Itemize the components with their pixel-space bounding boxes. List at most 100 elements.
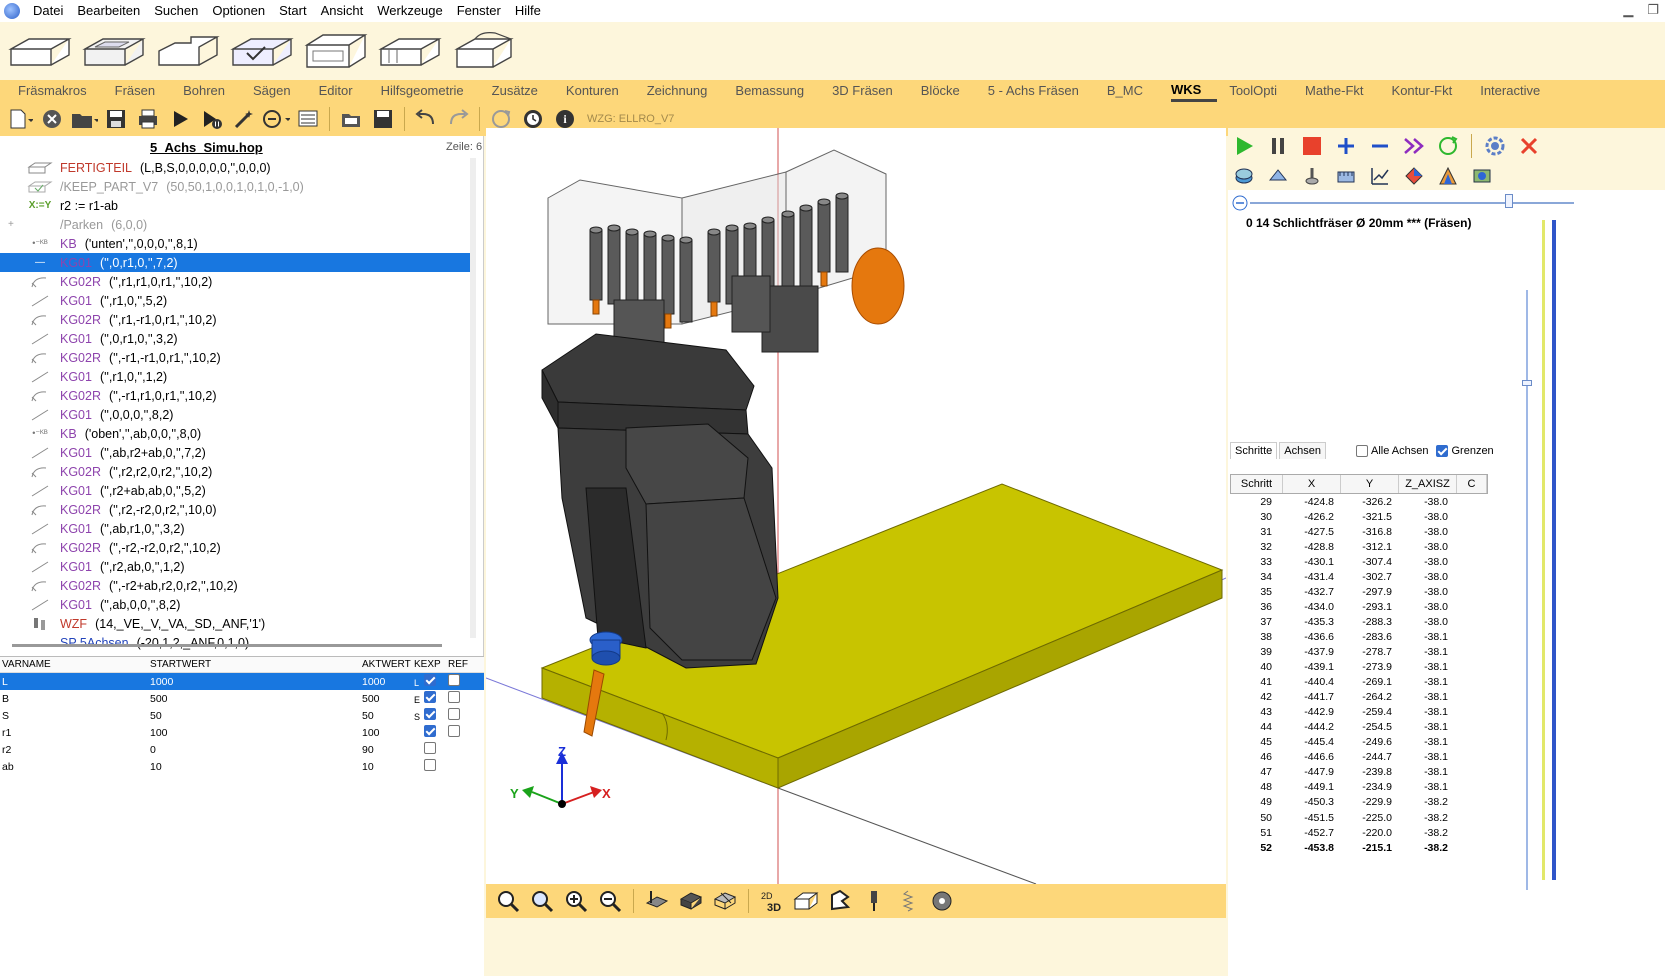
- var-name[interactable]: S: [0, 710, 150, 722]
- view-top-icon[interactable]: [643, 887, 671, 915]
- cancel-icon[interactable]: [38, 105, 66, 133]
- var-startwert[interactable]: 10: [150, 761, 362, 773]
- step-row[interactable]: 51 -452.7 -220.0 -38.2: [1230, 825, 1488, 840]
- sim-reload-icon[interactable]: [1434, 132, 1462, 160]
- program-row[interactable]: KG01 ('',r2,ab,0,'',1,2): [0, 557, 470, 576]
- col-y[interactable]: Y: [1341, 475, 1399, 493]
- block-check-icon[interactable]: [226, 25, 298, 77]
- tab-zusaetze[interactable]: Zusätze: [492, 80, 554, 102]
- menu-suchen[interactable]: Suchen: [147, 0, 205, 22]
- tab-3d-fraesen[interactable]: 3D Fräsen: [832, 80, 909, 102]
- sim-layer-icon[interactable]: [1230, 162, 1258, 190]
- variable-row[interactable]: B 500 500 E: [0, 690, 484, 707]
- menu-hilfe[interactable]: Hilfe: [508, 0, 548, 22]
- save-icon[interactable]: [102, 105, 130, 133]
- var-startwert[interactable]: 100: [150, 727, 362, 739]
- undo-icon[interactable]: [412, 105, 440, 133]
- block-step-icon[interactable]: [152, 25, 224, 77]
- sim-stop-icon[interactable]: [1298, 132, 1326, 160]
- box-outline-icon[interactable]: [792, 887, 820, 915]
- var-name[interactable]: ab: [0, 761, 150, 773]
- menu-start[interactable]: Start: [272, 0, 313, 22]
- program-row[interactable]: X:=Y r2 := r1-ab: [0, 196, 470, 215]
- step-row[interactable]: 36 -434.0 -293.1 -38.0: [1230, 599, 1488, 614]
- var-startwert[interactable]: 0: [150, 744, 362, 756]
- progress-slider-handle[interactable]: [1505, 194, 1514, 208]
- kexp-checkbox[interactable]: [424, 691, 436, 703]
- tab-bloecke[interactable]: Blöcke: [921, 80, 976, 102]
- col-schritt[interactable]: Schritt: [1231, 475, 1283, 493]
- program-row[interactable]: KG01 ('',0,0,0,'',8,2): [0, 405, 470, 424]
- var-name[interactable]: L: [0, 676, 150, 688]
- tab-schritte[interactable]: Schritte: [1230, 442, 1278, 459]
- step-row[interactable]: 35 -432.7 -297.9 -38.0: [1230, 584, 1488, 599]
- contour-icon[interactable]: [826, 887, 854, 915]
- new-file-icon[interactable]: [6, 105, 34, 133]
- var-name[interactable]: B: [0, 693, 150, 705]
- kexp-checkbox[interactable]: [424, 725, 436, 737]
- tab-editor[interactable]: Editor: [319, 80, 369, 102]
- sim-export-icon[interactable]: [1468, 162, 1496, 190]
- grenzen-checkbox[interactable]: Grenzen: [1436, 444, 1494, 457]
- sim-close-icon[interactable]: [1515, 132, 1543, 160]
- open-project-icon[interactable]: [337, 105, 365, 133]
- restore-icon[interactable]: ❐: [1647, 2, 1659, 18]
- tab-mathe-fkt[interactable]: Mathe-Fkt: [1305, 80, 1380, 102]
- program-row[interactable]: + /Parken (6,0,0): [0, 215, 470, 234]
- var-name[interactable]: r1: [0, 727, 150, 739]
- step-row[interactable]: 46 -446.6 -244.7 -38.1: [1230, 750, 1488, 765]
- save-project-icon[interactable]: [369, 105, 397, 133]
- program-row[interactable]: KG01 ('',0,r1,0,'',3,2): [0, 329, 470, 348]
- step-row[interactable]: 48 -449.1 -234.9 -38.1: [1230, 780, 1488, 795]
- step-row[interactable]: 37 -435.3 -288.3 -38.0: [1230, 614, 1488, 629]
- program-row[interactable]: •⁻ᴷᴮ KB ('oben','',ab,0,0,'',8,0): [0, 424, 470, 443]
- step-row[interactable]: 30 -426.2 -321.5 -38.0: [1230, 509, 1488, 524]
- step-row[interactable]: 52 -453.8 -215.1 -38.2: [1230, 840, 1488, 855]
- sim-measure-icon[interactable]: [1332, 162, 1360, 190]
- sim-material-icon[interactable]: [1264, 162, 1292, 190]
- var-aktwert[interactable]: 50: [362, 710, 414, 722]
- zoom-window-icon[interactable]: [528, 887, 556, 915]
- magic-wand-icon[interactable]: [230, 105, 258, 133]
- zoom-out-icon[interactable]: [596, 887, 624, 915]
- step-row[interactable]: 43 -442.9 -259.4 -38.1: [1230, 705, 1488, 720]
- program-row[interactable]: KG01 ('',r1,0,'',1,2): [0, 367, 470, 386]
- step-row[interactable]: 49 -450.3 -229.9 -38.2: [1230, 795, 1488, 810]
- kexp-checkbox[interactable]: [424, 742, 436, 754]
- tab-interactive[interactable]: Interactive: [1480, 80, 1556, 102]
- progress-slider-track[interactable]: [1250, 202, 1574, 204]
- var-aktwert[interactable]: 1000: [362, 676, 414, 688]
- program-row[interactable]: KG02R ('',r1,-r1,0,r1,'',10,2): [0, 310, 470, 329]
- step-row[interactable]: 41 -440.4 -269.1 -38.1: [1230, 675, 1488, 690]
- grenzen-box[interactable]: [1436, 444, 1449, 457]
- var-aktwert[interactable]: 100: [362, 727, 414, 739]
- col-z-axisz[interactable]: Z_AXISZ: [1399, 475, 1457, 493]
- print-icon[interactable]: [134, 105, 162, 133]
- step-row[interactable]: 44 -444.2 -254.5 -38.1: [1230, 720, 1488, 735]
- col-varname[interactable]: VARNAME: [0, 659, 150, 670]
- menu-werkzeuge[interactable]: Werkzeuge: [370, 0, 450, 22]
- alle-achsen-checkbox[interactable]: Alle Achsen: [1356, 444, 1428, 457]
- step-row[interactable]: 47 -447.9 -239.8 -38.1: [1230, 765, 1488, 780]
- slider-minus-icon[interactable]: [1231, 194, 1249, 212]
- col-x[interactable]: X: [1283, 475, 1341, 493]
- variable-row[interactable]: r2 0 90: [0, 741, 484, 758]
- program-row[interactable]: •⁻ᴷᴮ KB ('unten','',0,0,0,'',8,1): [0, 234, 470, 253]
- program-row[interactable]: KG01 ('',r1,0,'',5,2): [0, 291, 470, 310]
- var-name[interactable]: r2: [0, 744, 150, 756]
- ref-checkbox[interactable]: [448, 708, 460, 720]
- tab-achsen[interactable]: Achsen: [1279, 442, 1326, 459]
- program-row[interactable]: KG02R ('',-r1,r1,0,r1,'',10,2): [0, 386, 470, 405]
- var-startwert[interactable]: 500: [150, 693, 362, 705]
- kexp-checkbox[interactable]: [424, 759, 436, 771]
- tab-hilfsgeometrie[interactable]: Hilfsgeometrie: [381, 80, 480, 102]
- step-row[interactable]: 42 -441.7 -264.2 -38.1: [1230, 690, 1488, 705]
- program-row[interactable]: KG01 ('',ab,r1,0,'',3,2): [0, 519, 470, 538]
- step-row[interactable]: 50 -451.5 -225.0 -38.2: [1230, 810, 1488, 825]
- sim-slower-icon[interactable]: [1366, 132, 1394, 160]
- step-row[interactable]: 39 -437.9 -278.7 -38.1: [1230, 644, 1488, 659]
- variable-row[interactable]: S 50 50 S: [0, 707, 484, 724]
- zoom-in-icon[interactable]: [562, 887, 590, 915]
- block-shape-icon[interactable]: [4, 25, 76, 77]
- tab-fraesen[interactable]: Fräsen: [115, 80, 171, 102]
